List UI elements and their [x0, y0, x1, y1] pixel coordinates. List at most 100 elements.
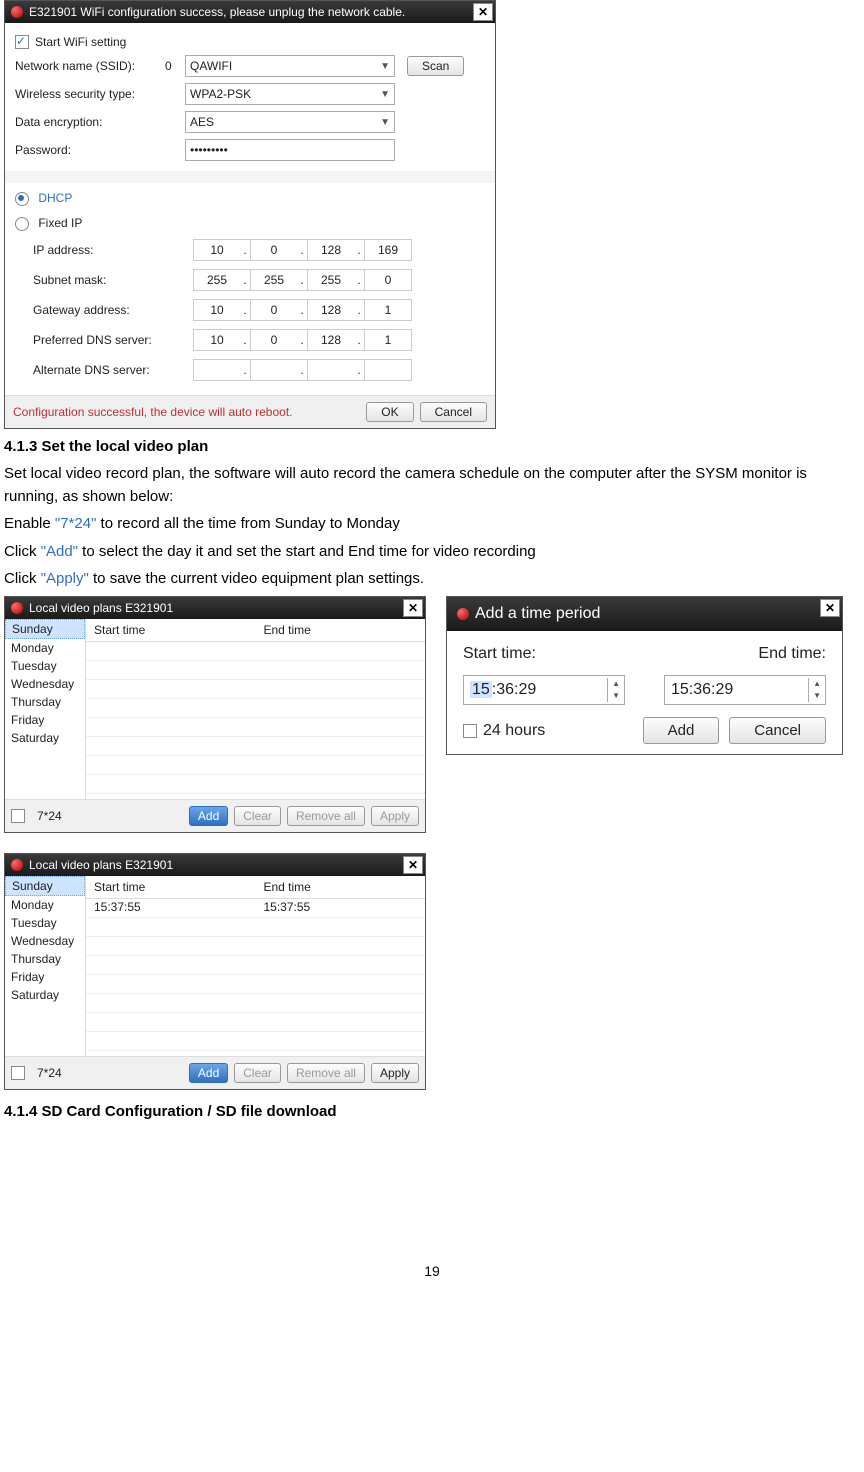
clear-button[interactable]: Clear	[234, 806, 281, 826]
day-item[interactable]: Friday	[5, 968, 85, 986]
remove-all-button[interactable]: Remove all	[287, 1063, 365, 1083]
section-heading-414: 4.1.4 SD Card Configuration / SD file do…	[4, 1100, 860, 1123]
day-item[interactable]: Wednesday	[5, 675, 85, 693]
day-item[interactable]: Sunday	[5, 876, 85, 896]
cancel-period-button[interactable]: Cancel	[729, 717, 826, 744]
24hours-label: 24 hours	[483, 722, 545, 740]
day-list[interactable]: Sunday Monday Tuesday Wednesday Thursday…	[5, 876, 86, 1056]
paragraph: Click "Add" to select the day it and set…	[4, 540, 860, 563]
scan-button[interactable]: Scan	[407, 56, 464, 76]
pref-dns-label: Preferred DNS server:	[33, 333, 193, 347]
app-icon	[11, 602, 23, 614]
end-time-input[interactable]: 15:36:29 ▲▼	[664, 675, 826, 705]
apply-button[interactable]: Apply	[371, 1063, 419, 1083]
local-video-plans-window-2: Local video plans E321901 ✕ Sunday Monda…	[4, 853, 426, 1090]
col-end: End time	[256, 619, 426, 641]
clear-button[interactable]: Clear	[234, 1063, 281, 1083]
day-item[interactable]: Thursday	[5, 693, 85, 711]
dhcp-label: DHCP	[38, 191, 72, 205]
security-combo[interactable]: WPA2-PSK ▼	[185, 83, 395, 105]
time-row[interactable]: 15:37:5515:37:55	[86, 899, 425, 918]
password-value: •••••••••	[190, 143, 228, 157]
day-item[interactable]: Thursday	[5, 950, 85, 968]
app-icon	[11, 6, 23, 18]
fixed-ip-radio[interactable]	[15, 217, 29, 231]
col-end: End time	[256, 876, 426, 898]
7x24-checkbox[interactable]	[11, 809, 25, 823]
dhcp-radio[interactable]	[15, 192, 29, 206]
close-icon[interactable]: ✕	[403, 599, 423, 617]
subnet-input[interactable]: 255. 255. 255. 0	[193, 269, 412, 291]
ssid-label: Network name (SSID):	[15, 59, 165, 73]
encryption-value: AES	[190, 115, 214, 129]
spinner-icon[interactable]: ▲▼	[808, 678, 825, 702]
start-wifi-checkbox[interactable]	[15, 35, 29, 49]
day-item[interactable]: Sunday	[5, 619, 85, 639]
ssid-combo[interactable]: QAWIFI ▼	[185, 55, 395, 77]
ssid-value: QAWIFI	[190, 59, 232, 73]
security-label: Wireless security type:	[15, 87, 165, 101]
alt-dns-label: Alternate DNS server:	[33, 363, 193, 377]
apply-button[interactable]: Apply	[371, 806, 419, 826]
ip-address-label: IP address:	[33, 243, 193, 257]
add-button[interactable]: Add	[189, 1063, 228, 1083]
password-input[interactable]: •••••••••	[185, 139, 395, 161]
end-time-label: End time:	[758, 645, 826, 663]
plans-title: Local video plans E321901	[29, 601, 173, 615]
start-time-input[interactable]: 15:36:29 ▲▼	[463, 675, 625, 705]
7x24-label: 7*24	[37, 809, 62, 823]
add-period-titlebar: Add a time period ✕	[447, 597, 842, 631]
start-time-label: Start time:	[463, 645, 536, 663]
add-period-button[interactable]: Add	[643, 717, 720, 744]
day-list[interactable]: Sunday Monday Tuesday Wednesday Thursday…	[5, 619, 86, 799]
day-item[interactable]: Tuesday	[5, 914, 85, 932]
col-start: Start time	[86, 619, 256, 641]
status-message: Configuration successful, the device wil…	[13, 405, 366, 419]
encryption-combo[interactable]: AES ▼	[185, 111, 395, 133]
day-item[interactable]: Tuesday	[5, 657, 85, 675]
time-table: Start time End time 15:37:5515:37:55	[86, 876, 425, 1056]
day-item[interactable]: Wednesday	[5, 932, 85, 950]
time-table: Start time End time	[86, 619, 425, 799]
plans-titlebar: Local video plans E321901 ✕	[5, 854, 425, 876]
remove-all-button[interactable]: Remove all	[287, 806, 365, 826]
cancel-button[interactable]: Cancel	[420, 402, 487, 422]
close-icon[interactable]: ✕	[403, 856, 423, 874]
7x24-checkbox[interactable]	[11, 1066, 25, 1080]
ssid-index: 0	[165, 59, 185, 73]
close-icon[interactable]: ✕	[473, 3, 493, 21]
24hours-checkbox[interactable]	[463, 724, 477, 738]
chevron-down-icon: ▼	[380, 117, 390, 128]
ip-address-input[interactable]: 10. 0. 128. 169	[193, 239, 412, 261]
plans-titlebar: Local video plans E321901 ✕	[5, 597, 425, 619]
app-icon	[11, 859, 23, 871]
day-item[interactable]: Monday	[5, 639, 85, 657]
wifi-window-title: E321901 WiFi configuration success, plea…	[29, 5, 405, 19]
day-item[interactable]: Friday	[5, 711, 85, 729]
wifi-window-titlebar: E321901 WiFi configuration success, plea…	[5, 1, 495, 23]
chevron-down-icon: ▼	[380, 61, 390, 72]
spinner-icon[interactable]: ▲▼	[607, 678, 624, 702]
alt-dns-input[interactable]: . . .	[193, 359, 412, 381]
add-button[interactable]: Add	[189, 806, 228, 826]
fixed-ip-label: Fixed IP	[38, 216, 82, 230]
ok-button[interactable]: OK	[366, 402, 413, 422]
plans-title: Local video plans E321901	[29, 858, 173, 872]
add-period-title: Add a time period	[475, 605, 600, 623]
page-number: 19	[4, 1263, 860, 1279]
close-icon[interactable]: ✕	[820, 599, 840, 617]
subnet-label: Subnet mask:	[33, 273, 193, 287]
password-label: Password:	[15, 143, 165, 157]
gateway-input[interactable]: 10. 0. 128. 1	[193, 299, 412, 321]
wifi-config-window: E321901 WiFi configuration success, plea…	[4, 0, 496, 429]
security-value: WPA2-PSK	[190, 87, 251, 101]
encryption-label: Data encryption:	[15, 115, 165, 129]
day-item[interactable]: Saturday	[5, 729, 85, 747]
pref-dns-input[interactable]: 10. 0. 128. 1	[193, 329, 412, 351]
paragraph: Set local video record plan, the softwar…	[4, 462, 860, 509]
day-item[interactable]: Saturday	[5, 986, 85, 1004]
app-icon	[457, 608, 469, 620]
day-item[interactable]: Monday	[5, 896, 85, 914]
section-heading-413: 4.1.3 Set the local video plan	[4, 435, 860, 458]
col-start: Start time	[86, 876, 256, 898]
